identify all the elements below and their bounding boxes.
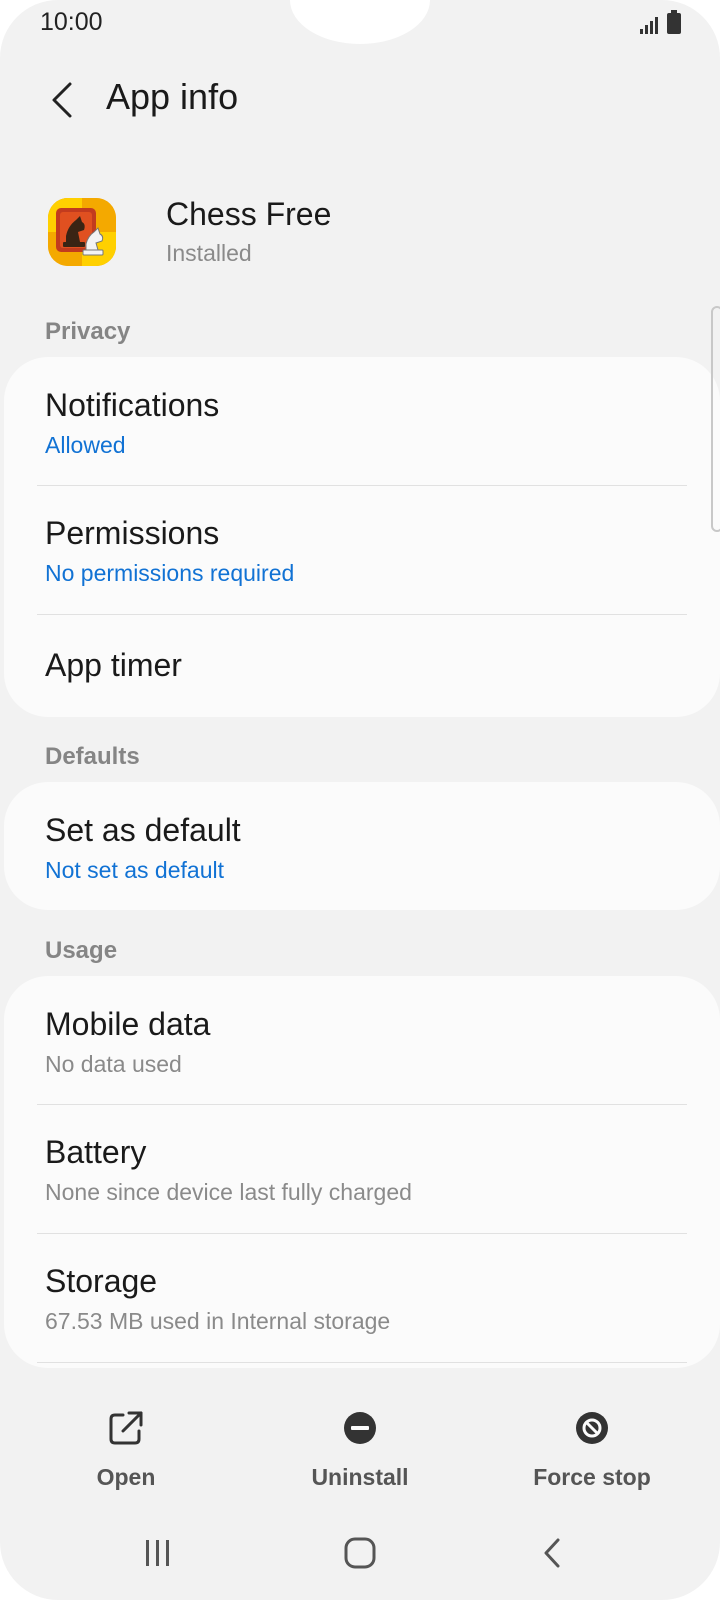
scrollbar-handle[interactable] — [711, 306, 720, 532]
row-title-set-as-default: Set as default — [45, 812, 241, 848]
recents-icon — [146, 1540, 169, 1566]
usage-card: Mobile data No data used Battery None si… — [4, 976, 720, 1368]
section-header-privacy: Privacy — [45, 318, 131, 345]
force-stop-button-label: Force stop — [533, 1464, 651, 1490]
open-external-icon — [109, 1411, 143, 1445]
app-name: Chess Free — [166, 196, 332, 232]
navigation-bar — [0, 1518, 720, 1598]
open-button[interactable]: Open — [26, 1398, 226, 1498]
force-stop-button[interactable]: Force stop — [492, 1398, 692, 1498]
phone-screen: 10:00 App info Chess Free Installed Priv… — [0, 0, 720, 1600]
chess-knight-icon — [48, 198, 116, 266]
row-title-permissions: Permissions — [45, 515, 220, 551]
row-value-battery: None since device last fully charged — [45, 1179, 412, 1205]
row-title-battery: Battery — [45, 1134, 147, 1170]
back-button[interactable] — [34, 72, 90, 128]
home-icon — [344, 1537, 376, 1569]
row-title-storage: Storage — [45, 1263, 158, 1299]
row-battery[interactable]: Battery None since device last fully cha… — [4, 1105, 720, 1233]
row-value-permissions: No permissions required — [45, 560, 295, 586]
uninstall-button-label: Uninstall — [311, 1464, 409, 1490]
row-storage[interactable]: Storage 67.53 MB used in Internal storag… — [4, 1234, 720, 1362]
row-notifications[interactable]: Notifications Allowed — [4, 357, 720, 485]
row-title-notifications: Notifications — [45, 387, 220, 423]
block-circle-icon — [576, 1412, 608, 1444]
row-title-app-timer: App timer — [45, 647, 182, 683]
open-button-label: Open — [96, 1464, 156, 1490]
status-time: 10:00 — [40, 8, 103, 36]
bottom-action-bar: Open Uninstall Force stop — [0, 1398, 720, 1498]
row-value-mobile-data: No data used — [45, 1051, 182, 1077]
signal-icon — [640, 17, 658, 34]
row-permissions[interactable]: Permissions No permissions required — [4, 486, 720, 614]
section-header-defaults: Defaults — [45, 743, 140, 770]
nav-back-button[interactable] — [512, 1518, 592, 1588]
home-button[interactable] — [320, 1518, 400, 1588]
row-value-set-as-default: Not set as default — [45, 857, 224, 883]
chevron-left-icon — [52, 82, 72, 118]
divider — [37, 1362, 687, 1363]
defaults-card: Set as default Not set as default — [4, 782, 720, 910]
battery-icon — [667, 10, 681, 34]
app-icon — [48, 198, 116, 266]
recents-button[interactable] — [118, 1518, 198, 1588]
row-mobile-data[interactable]: Mobile data No data used — [4, 976, 720, 1104]
row-set-as-default[interactable]: Set as default Not set as default — [4, 782, 720, 910]
status-bar: 10:00 — [0, 0, 720, 48]
privacy-card: Notifications Allowed Permissions No per… — [4, 357, 720, 717]
minus-circle-icon — [344, 1412, 376, 1444]
app-install-status: Installed — [166, 240, 252, 266]
row-title-mobile-data: Mobile data — [45, 1006, 211, 1042]
row-value-notifications: Allowed — [45, 432, 126, 458]
section-header-usage: Usage — [45, 937, 118, 964]
app-header: Chess Free Installed — [0, 190, 720, 280]
app-bar: App info — [0, 60, 720, 140]
row-app-timer[interactable]: App timer — [4, 615, 720, 717]
page-title: App info — [106, 76, 239, 117]
uninstall-button[interactable]: Uninstall — [260, 1398, 460, 1498]
row-value-storage: 67.53 MB used in Internal storage — [45, 1308, 391, 1334]
back-icon — [544, 1538, 560, 1568]
